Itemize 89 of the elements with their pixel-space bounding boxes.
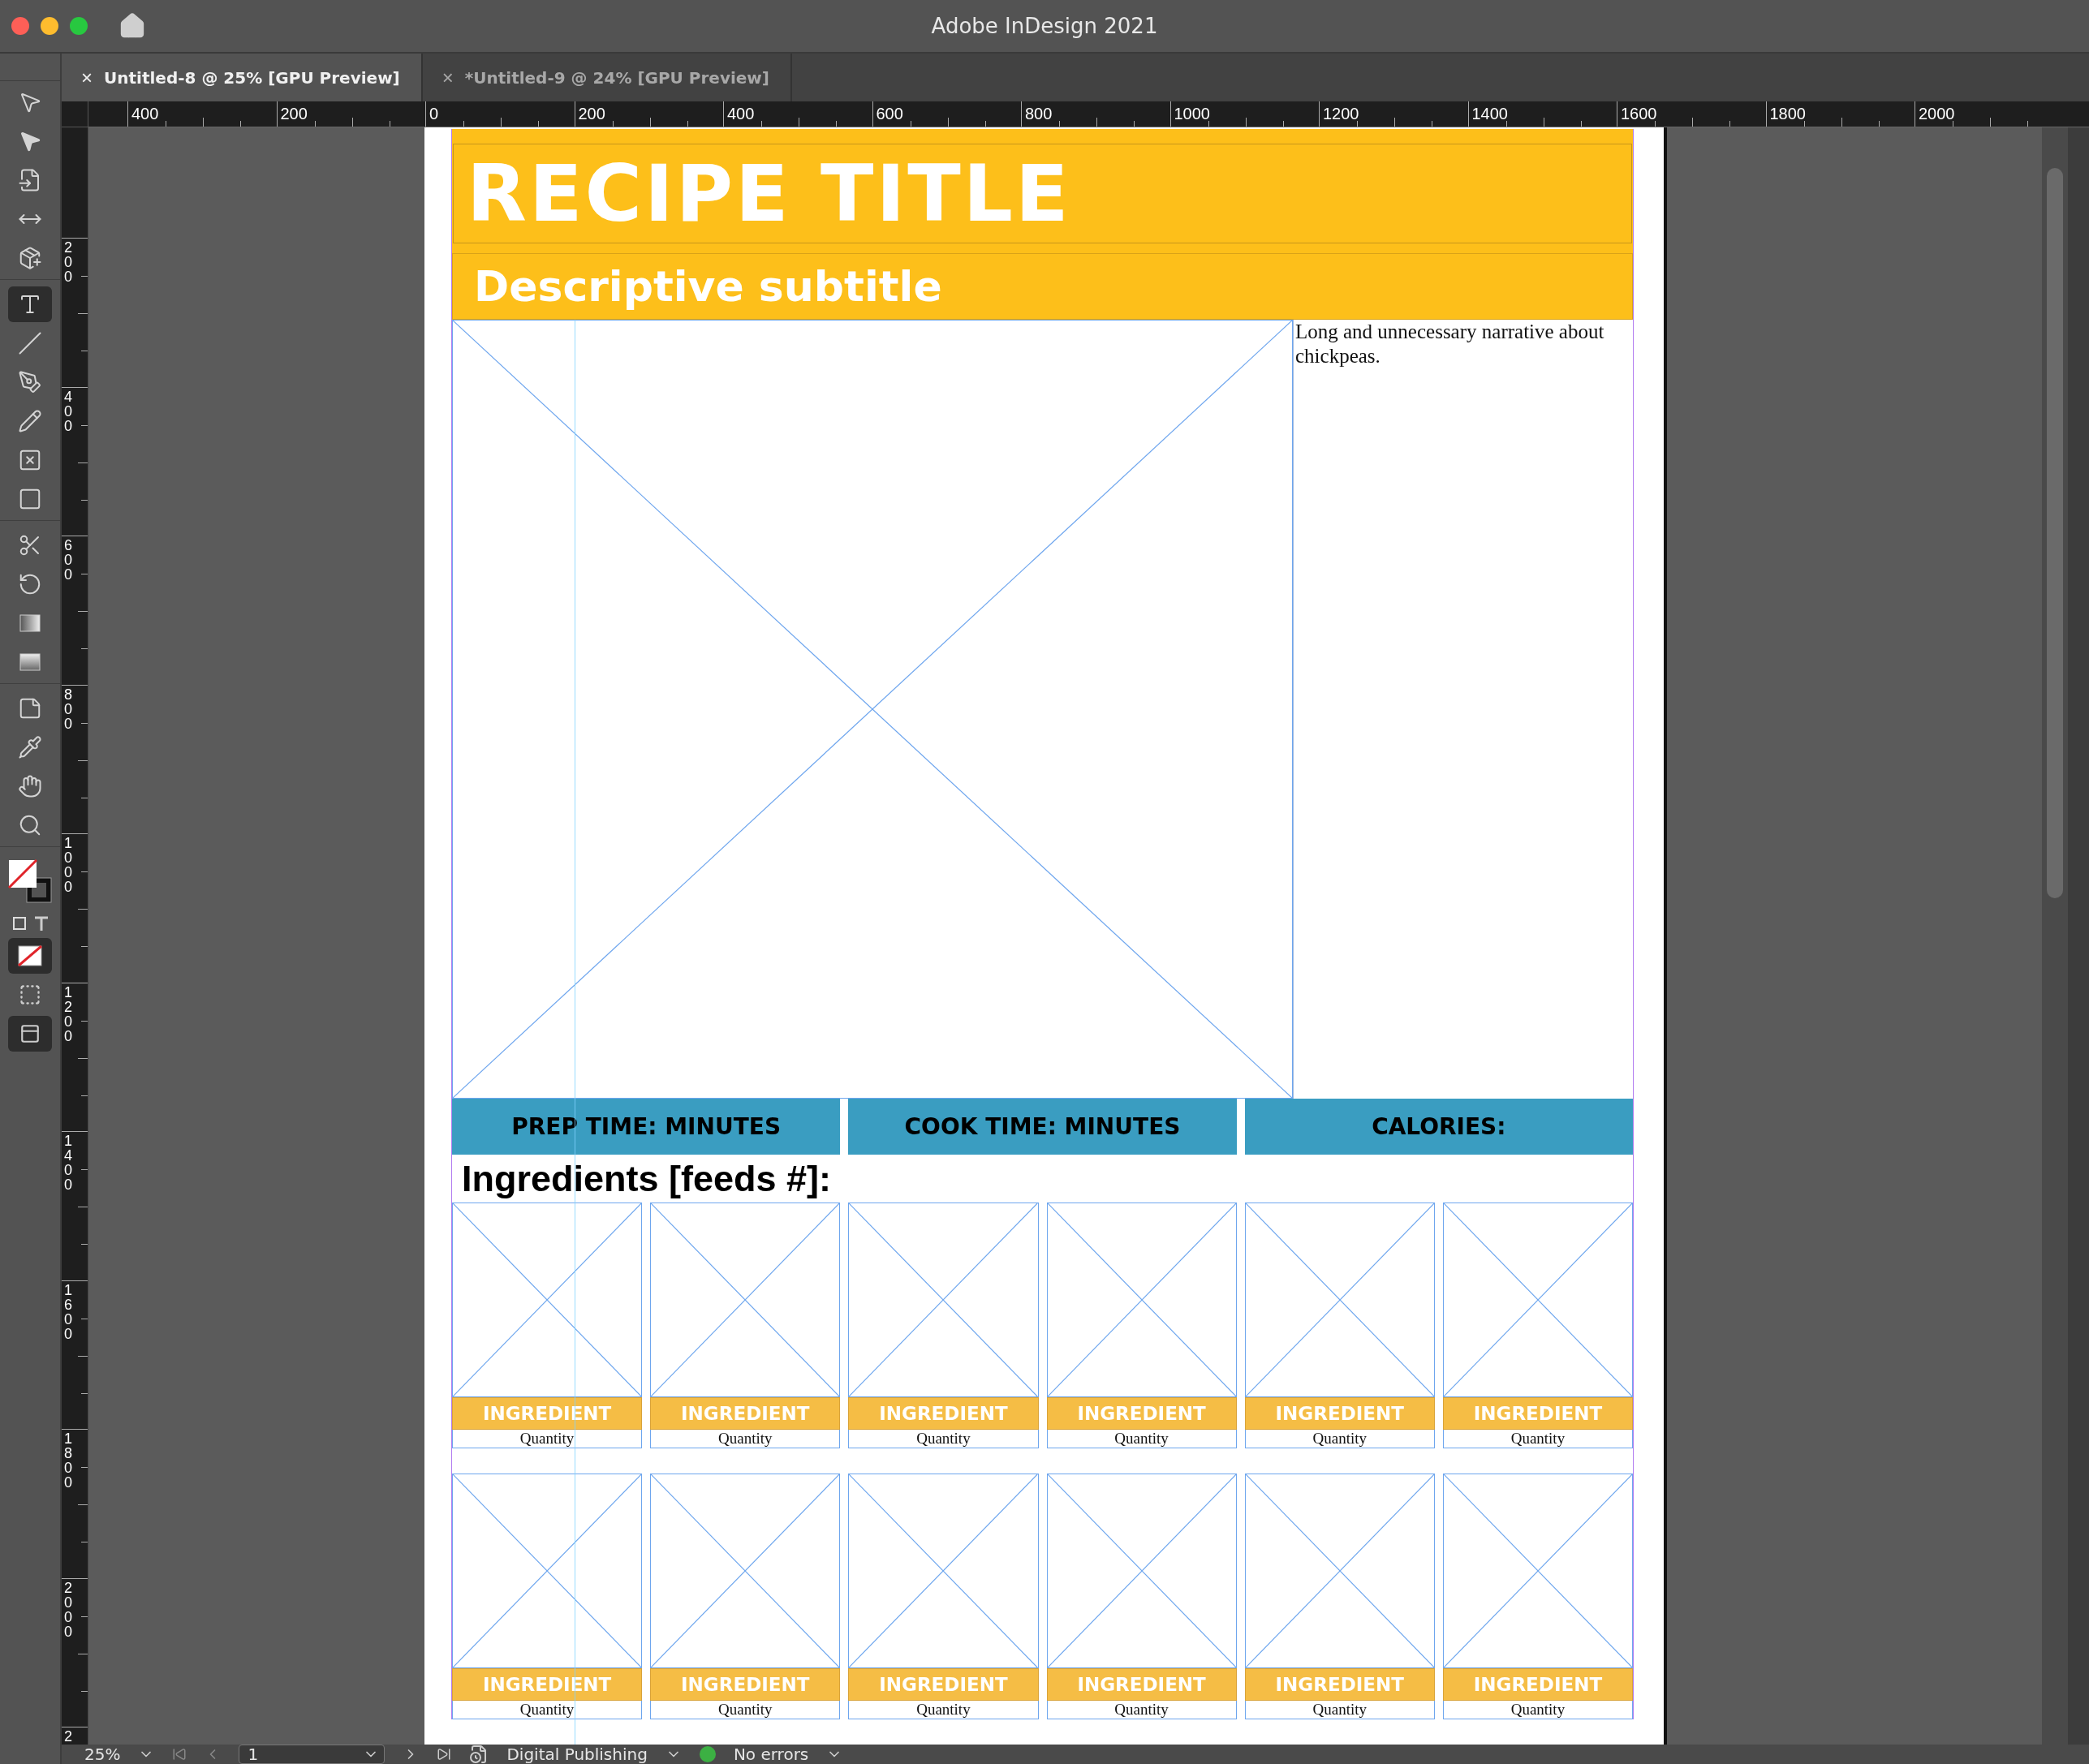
eyedropper-icon <box>18 735 42 759</box>
ingredient-label: INGREDIENT <box>1046 1397 1237 1430</box>
ingredient-label: INGREDIENT <box>1442 1397 1633 1430</box>
ruler-label: 2000 <box>1919 105 1955 123</box>
tab-label: Untitled-8 @ 25% [GPU Preview] <box>104 67 400 88</box>
tab-close-button[interactable]: × <box>81 66 93 89</box>
scroll-thumb[interactable] <box>2047 168 2063 898</box>
dashed-square-icon <box>19 983 41 1006</box>
quantity-text: Quantity <box>1244 1701 1435 1719</box>
search-icon <box>18 813 42 837</box>
ingredient-label: INGREDIENT <box>1244 1397 1435 1430</box>
page-number-field[interactable]: 1 <box>239 1745 385 1764</box>
ingredient-label: INGREDIENT <box>848 1397 1039 1430</box>
ruler-label: 2000 <box>64 1580 73 1639</box>
ruler-label: 1800 <box>1769 105 1806 123</box>
line-icon <box>18 331 42 355</box>
note-icon <box>18 696 42 721</box>
tab-close-button[interactable]: × <box>441 66 454 89</box>
rotate-icon <box>18 572 42 596</box>
ruler-label: 200 <box>578 105 605 123</box>
ruler-label: 1600 <box>1621 105 1657 123</box>
recipe-title: RECIPE TITLE <box>467 148 1071 239</box>
vertical-ruler[interactable]: 200 400 600 800 1000 1200 1400 1600 1800 2000 2 <box>62 127 88 1745</box>
ingredient-label: INGREDIENT <box>650 1397 841 1430</box>
hand-icon <box>18 774 42 798</box>
stat-bar: COOK TIME: MINUTES <box>848 1099 1237 1155</box>
ruler-label: 800 <box>64 686 73 731</box>
workspace-name[interactable]: Digital Publishing <box>506 1745 648 1764</box>
minimize-window-button[interactable] <box>41 17 58 35</box>
ruler-label: 400 <box>64 389 73 433</box>
quantity-text: Quantity <box>650 1701 841 1719</box>
ruler-label: 2 <box>64 1729 73 1744</box>
quantity-text: Quantity <box>1244 1430 1435 1448</box>
ruler-label: 200 <box>280 105 308 123</box>
scrollbar[interactable] <box>2042 127 2068 1745</box>
ruler-label: 1400 <box>64 1134 73 1192</box>
frame-icon <box>18 448 42 472</box>
apply-none-button[interactable] <box>8 938 52 974</box>
quantity-text: Quantity <box>1046 1701 1237 1719</box>
home-icon[interactable] <box>118 12 146 40</box>
recipe-subtitle: Descriptive subtitle <box>474 262 942 311</box>
preflight-status[interactable]: No errors <box>733 1745 809 1764</box>
quantity-text: Quantity <box>1442 1430 1633 1448</box>
fill-stroke-swatch-icon[interactable] <box>6 857 54 906</box>
stat-bar: CALORIES: <box>1244 1099 1633 1155</box>
ruler-label: 1200 <box>64 984 73 1043</box>
ingredient-label: INGREDIENT <box>650 1668 841 1701</box>
ruler-label: 1200 <box>1323 105 1359 123</box>
quantity-text: Quantity <box>1442 1701 1633 1719</box>
ruler-label: 600 <box>64 538 73 582</box>
quantity-text: Quantity <box>848 1701 1039 1719</box>
content-collector-icon <box>18 246 42 270</box>
close-window-button[interactable] <box>11 17 29 35</box>
ruler-label: 400 <box>727 105 755 123</box>
screen-mode-button[interactable] <box>8 1016 52 1052</box>
quantity-text: Quantity <box>848 1430 1039 1448</box>
zoom-level[interactable]: 25% <box>84 1745 121 1764</box>
ingredient-label: INGREDIENT <box>1244 1668 1435 1701</box>
ruler-label: 1600 <box>64 1282 73 1341</box>
ingredient-label: INGREDIENT <box>848 1668 1039 1701</box>
ruler-label: 1400 <box>1471 105 1508 123</box>
quantity-text: Quantity <box>650 1430 841 1448</box>
ingredient-label: INGREDIENT <box>1046 1668 1237 1701</box>
rectangle-icon <box>18 487 42 511</box>
first-page-icon[interactable] <box>172 1747 187 1762</box>
document-tab[interactable]: × Untitled-8 @ 25% [GPU Preview] <box>62 54 423 101</box>
ruler-label: 800 <box>1025 105 1053 123</box>
ingredients-heading: Ingredients [feeds #]: <box>461 1156 833 1201</box>
pen-icon <box>18 370 42 394</box>
tool-button[interactable] <box>8 286 52 322</box>
ruler-label: 0 <box>429 105 439 123</box>
ruler-label: 1800 <box>64 1431 73 1490</box>
quantity-text: Quantity <box>452 1430 643 1448</box>
zoom-window-button[interactable] <box>70 17 88 35</box>
window-title: Adobe InDesign 2021 <box>931 14 1158 38</box>
ingredient-label: INGREDIENT <box>1442 1668 1633 1701</box>
screen-mode-icon <box>19 1023 41 1044</box>
quantity-text: Quantity <box>1046 1430 1237 1448</box>
ruler-label: 200 <box>64 240 73 284</box>
stat-bar: PREP TIME: MINUTES <box>452 1099 841 1155</box>
ruler-label: 1000 <box>1174 105 1210 123</box>
last-page-icon[interactable] <box>437 1747 452 1762</box>
quantity-text: Quantity <box>452 1701 643 1719</box>
none-swatch-icon <box>18 945 42 966</box>
pencil-icon <box>18 409 42 433</box>
tab-label: *Untitled-9 @ 24% [GPU Preview] <box>464 67 769 88</box>
ruler-label: 400 <box>131 105 159 123</box>
ruler-label: 1000 <box>64 836 73 894</box>
ruler-label: 600 <box>876 105 903 123</box>
